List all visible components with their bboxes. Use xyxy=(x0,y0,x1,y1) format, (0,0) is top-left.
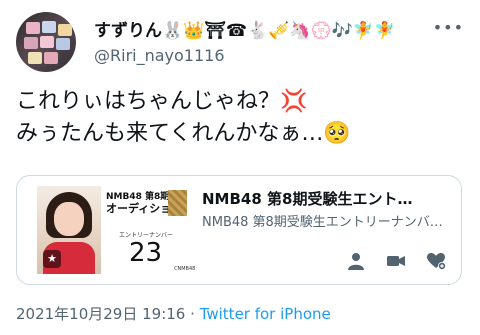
heart-plus-icon[interactable] xyxy=(426,251,446,271)
avatar-tile xyxy=(56,38,70,50)
card-title[interactable]: NMB48 第8期受験生エント… xyxy=(202,188,412,209)
author-display-name[interactable]: すずりん🐰👑⛩☎🐇🎺🦄💮🎶🧚🧚 xyxy=(94,16,395,41)
thumb-small-text: CNMB48 xyxy=(174,266,196,272)
meta-separator: · xyxy=(190,305,195,323)
thumb-entry-number: 23 xyxy=(129,238,163,268)
source-link[interactable]: Twitter for iPhone xyxy=(200,305,331,323)
avatar-tile xyxy=(24,37,38,49)
avatar-tile xyxy=(42,21,56,33)
more-horizontal-icon[interactable]: ••• xyxy=(433,18,464,37)
tweet-line: みぅたんも来てくれんかなぁ…🥺 xyxy=(16,121,351,146)
tweet-line: これりぃはちゃんじゃね？💢 xyxy=(16,89,308,114)
avatar-tile xyxy=(58,24,72,36)
link-card[interactable]: ★ NMB48 第8期生 オーディション エントリーナンバー 23 CNMB48… xyxy=(16,175,462,285)
card-thumbnail[interactable]: ★ NMB48 第8期生 オーディション エントリーナンバー 23 CNMB48 xyxy=(37,186,196,274)
card-description: NMB48 第8期受験生エントリーナンバ… xyxy=(202,215,443,230)
avatar[interactable] xyxy=(16,12,76,72)
avatar-tile xyxy=(44,52,58,64)
author-handle[interactable]: @Riri_nayo1116 xyxy=(94,46,225,65)
avatar-tile xyxy=(40,36,54,48)
timestamp[interactable]: 2021年10月29日 19:16 xyxy=(16,305,185,323)
tweet-text: これりぃはちゃんじゃね？💢 みぅたんも来てくれんかなぁ…🥺 xyxy=(16,86,466,150)
star-icon: ★ xyxy=(43,250,61,268)
photo-face xyxy=(54,202,84,236)
card-photo: ★ xyxy=(37,186,101,274)
tweet-meta: 2021年10月29日 19:16 · Twitter for iPhone xyxy=(16,303,331,324)
person-icon[interactable] xyxy=(346,251,366,271)
card-action-icons xyxy=(342,251,452,273)
avatar-tile xyxy=(26,22,40,34)
thumb-gold-emblem xyxy=(168,190,187,216)
video-camera-icon[interactable] xyxy=(386,251,406,271)
avatar-tile xyxy=(28,52,42,64)
